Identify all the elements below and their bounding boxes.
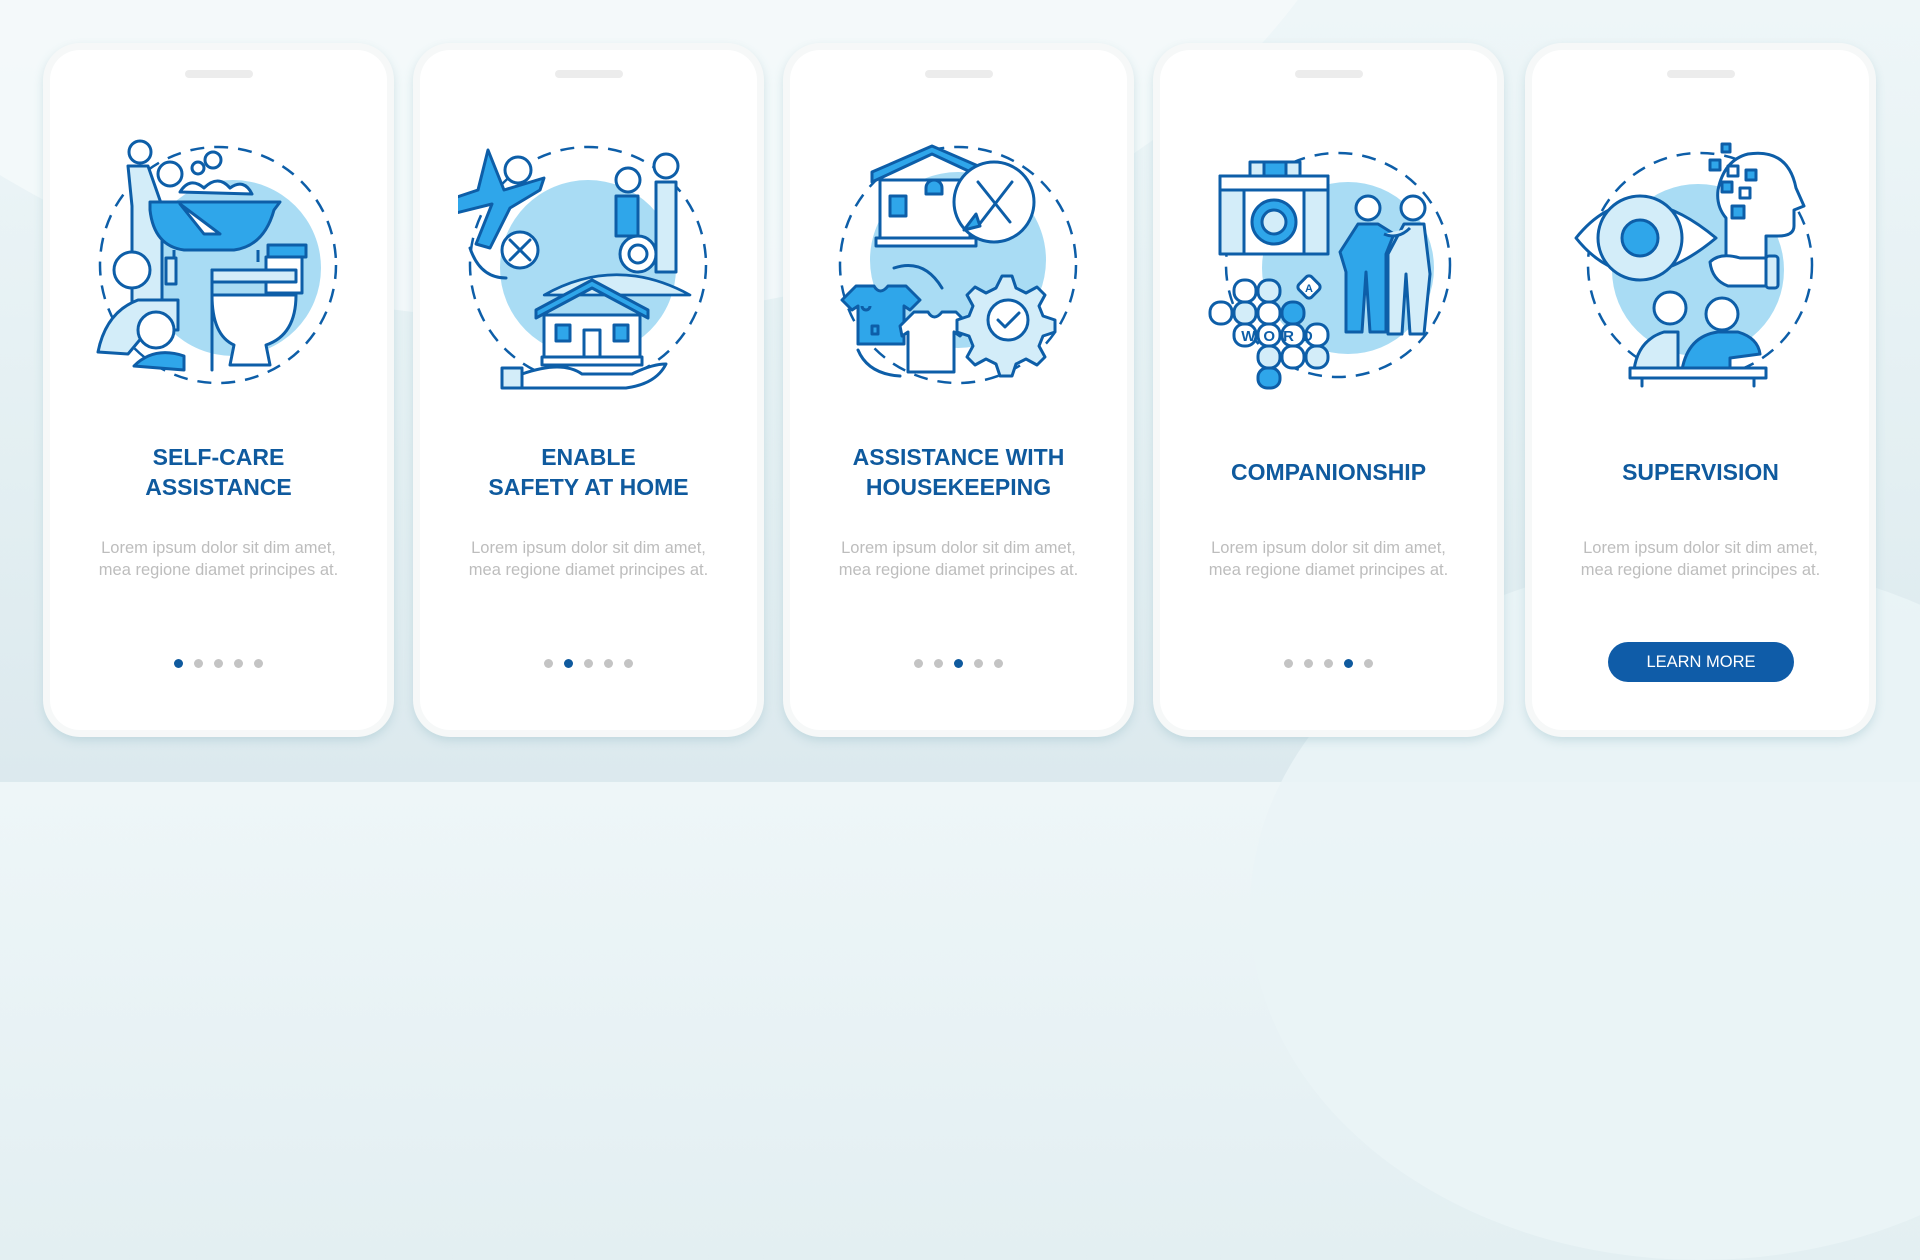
- page-dot-3-active[interactable]: [954, 659, 963, 668]
- phone-speaker-notch: [924, 70, 993, 78]
- page-dot-5[interactable]: [254, 659, 263, 668]
- page-dot-4[interactable]: [234, 659, 243, 668]
- card-title: ASSISTANCE WITH HOUSEKEEPING: [852, 444, 1065, 500]
- card-description: Lorem ipsum dolor sit dim amet, mea regi…: [1208, 539, 1449, 579]
- page-dot-5[interactable]: [1364, 659, 1373, 668]
- pagination-dots: [420, 659, 757, 668]
- self-care-illustration-icon: [96, 139, 338, 385]
- page-dot-3[interactable]: [584, 659, 593, 668]
- page-dot-1[interactable]: [544, 659, 553, 668]
- page-dot-1[interactable]: [1284, 659, 1293, 668]
- page-dot-3[interactable]: [214, 659, 223, 668]
- onboarding-screen-companionship: WORD A COMPANIONSHIP Lorem ipsum dolor s…: [1160, 50, 1497, 730]
- page-dot-4-active[interactable]: [1344, 659, 1353, 668]
- onboarding-screen-safety-at-home: ENABLE SAFETY AT HOME Lorem ipsum dolor …: [420, 50, 757, 730]
- crossword-word: WORD: [1241, 328, 1321, 345]
- crossword-letter: A: [1305, 283, 1313, 295]
- card-description: Lorem ipsum dolor sit dim amet, mea regi…: [468, 539, 709, 579]
- page-dot-3[interactable]: [1324, 659, 1333, 668]
- pagination-dots: [1160, 659, 1497, 668]
- onboarding-screen-self-care: SELF-CARE ASSISTANCE Lorem ipsum dolor s…: [50, 50, 387, 730]
- housekeeping-illustration-icon: [838, 144, 1078, 385]
- page-dot-5[interactable]: [624, 659, 633, 668]
- page-dot-2[interactable]: [194, 659, 203, 668]
- page-dot-4[interactable]: [974, 659, 983, 668]
- card-title: SELF-CARE ASSISTANCE: [145, 444, 292, 500]
- card-description: Lorem ipsum dolor sit dim amet, mea regi…: [98, 539, 339, 579]
- companionship-illustration-icon: WORD A: [1208, 151, 1452, 390]
- learn-more-button[interactable]: LEARN MORE: [1608, 642, 1794, 682]
- phone-speaker-notch: [554, 70, 623, 78]
- onboarding-screen-supervision: SUPERVISION Lorem ipsum dolor sit dim am…: [1532, 50, 1869, 730]
- card-title: ENABLE SAFETY AT HOME: [488, 444, 689, 500]
- phone-speaker-notch: [1666, 70, 1735, 78]
- supervision-illustration-icon: [1574, 142, 1814, 388]
- phone-speaker-notch: [184, 70, 253, 78]
- page-dot-2[interactable]: [1304, 659, 1313, 668]
- pagination-dots: [790, 659, 1127, 668]
- pagination-dots: [50, 659, 387, 668]
- page-dot-1[interactable]: [914, 659, 923, 668]
- card-title: SUPERVISION: [1622, 459, 1779, 485]
- onboarding-screen-housekeeping: ASSISTANCE WITH HOUSEKEEPING Lorem ipsum…: [790, 50, 1127, 730]
- page-dot-1-active[interactable]: [174, 659, 183, 668]
- phone-speaker-notch: [1294, 70, 1363, 78]
- page-dot-5[interactable]: [994, 659, 1003, 668]
- page-dot-4[interactable]: [604, 659, 613, 668]
- page-dot-2-active[interactable]: [564, 659, 573, 668]
- card-description: Lorem ipsum dolor sit dim amet, mea regi…: [838, 539, 1079, 579]
- card-title: COMPANIONSHIP: [1230, 459, 1427, 485]
- home-safety-illustration-icon: [458, 145, 708, 390]
- card-description: Lorem ipsum dolor sit dim amet, mea regi…: [1580, 539, 1821, 579]
- page-dot-2[interactable]: [934, 659, 943, 668]
